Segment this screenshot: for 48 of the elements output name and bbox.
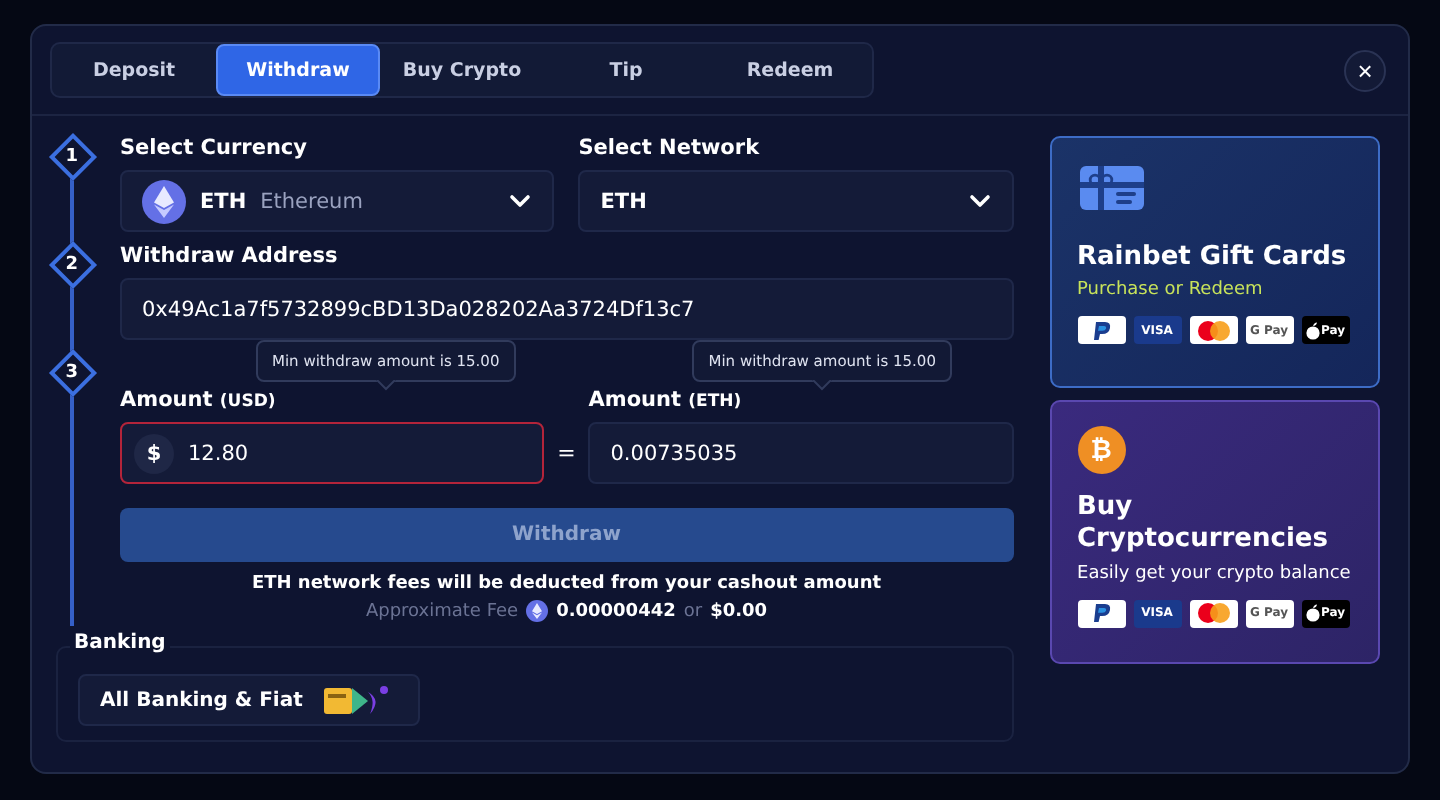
step-marker: 3 [47, 348, 97, 398]
card-title: Rainbet Gift Cards [1077, 242, 1349, 275]
equals-sign: = [555, 438, 578, 470]
apple-icon [1305, 321, 1319, 340]
field-label: Amount (USD) [120, 388, 278, 412]
mastercard-icon [1195, 602, 1232, 624]
eth-amount-field[interactable]: 0.00735035 [588, 422, 1014, 484]
tab[interactable]: Withdraw [216, 44, 380, 96]
tab[interactable]: Tip [544, 44, 708, 96]
tab[interactable]: Buy Crypto [380, 44, 544, 96]
chevron-down-icon [508, 190, 533, 212]
paypal-icon [1091, 602, 1112, 624]
field-label: Withdraw Address [120, 244, 340, 268]
address-field[interactable]: 0x49Ac1a7f5732899cBD13Da028202Aa3724Df13c7 [120, 278, 1014, 340]
step-marker: 1 [47, 132, 97, 182]
fee-label: Approximate Fee [365, 601, 519, 621]
currency-name: Ethereum [260, 189, 363, 213]
ethereum-icon [142, 179, 186, 223]
usd-amount-field[interactable]: $ 12.80 [120, 422, 545, 484]
close-button[interactable]: × [1344, 49, 1386, 91]
gift-card-icon [1077, 162, 1146, 214]
field-label: Select Network [578, 136, 762, 160]
card-subtitle: Easily get your crypto balance [1077, 563, 1352, 583]
tooltip-pointer-icon [812, 380, 833, 392]
paypal-icon [1091, 319, 1112, 342]
bitcoin-icon: ₿ [1077, 426, 1126, 474]
field-label: Amount (ETH) [588, 388, 744, 412]
mastercard-icon [1195, 319, 1232, 342]
banking-option[interactable]: All Banking & Fiat [78, 674, 421, 726]
tooltip-pointer-icon [375, 380, 396, 392]
section-label: Banking [70, 632, 170, 654]
ethereum-icon [526, 600, 549, 622]
fee-notice: ETH network fees will be deducted from your cashout amount [249, 574, 884, 594]
field-label: Select Currency [120, 136, 310, 160]
fee-amount: 0.00000442 [556, 601, 676, 621]
fee-amount: $0.00 [710, 601, 768, 621]
currency-dropdown[interactable]: ETH Ethereum [120, 170, 555, 232]
apple-icon [1305, 604, 1319, 622]
tab[interactable]: Deposit [52, 44, 216, 96]
card-subtitle: Purchase or Redeem [1077, 280, 1265, 301]
card-title: Buy Cryptocurrencies [1077, 492, 1330, 557]
step-marker: 2 [47, 240, 97, 290]
fee-separator: or [683, 601, 703, 621]
currency-symbol: $ [134, 433, 174, 473]
currency-code: ETH [200, 189, 247, 213]
tab[interactable]: Redeem [708, 44, 872, 96]
network-dropdown[interactable]: ETH [578, 170, 1014, 232]
chevron-down-icon [967, 190, 992, 212]
